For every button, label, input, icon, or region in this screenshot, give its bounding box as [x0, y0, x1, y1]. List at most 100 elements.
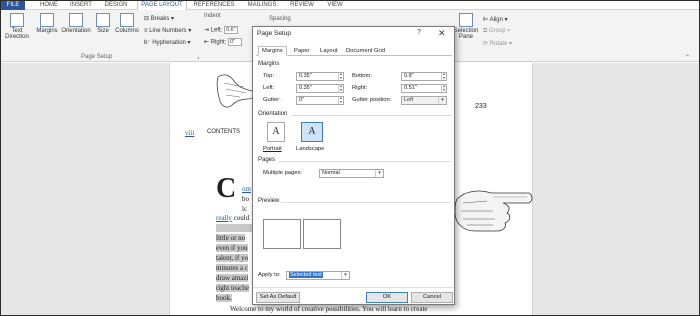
orientation-button[interactable]: Orientation	[61, 13, 91, 34]
doc-line-4: really could	[216, 214, 250, 222]
size-button[interactable]: Size	[94, 13, 112, 34]
landscape-icon: A	[308, 126, 316, 137]
tab-home[interactable]: HOME	[37, 1, 61, 10]
doc-line-1: om	[242, 185, 251, 193]
doc-line-12: book.	[216, 294, 232, 302]
doc-line-9: minutes a c	[216, 264, 248, 272]
landscape-option[interactable]: A	[301, 122, 323, 142]
preview-page-right	[303, 219, 341, 249]
apply-to-select[interactable]: Selected text ▾	[286, 271, 350, 280]
tab-review[interactable]: REVIEW	[285, 1, 319, 10]
drop-cap: C	[216, 173, 237, 204]
right-margin-input[interactable]: 0.51" ▲ ▼	[401, 84, 447, 93]
doc-line-7: even if you	[216, 244, 248, 252]
left-label: Left:	[263, 85, 275, 91]
word-window: FILE HOME INSERT DESIGN PAGE LAYOUT REFE…	[0, 0, 700, 316]
tab-design[interactable]: DESIGN	[101, 1, 131, 10]
chevron-down-icon: ▾	[438, 97, 446, 104]
multiple-pages-label: Multiple pages:	[263, 170, 302, 176]
indent-left-icon: ⇥	[204, 27, 210, 34]
indent-right: ⇤ Right: 0"	[204, 38, 243, 46]
tab-mailings[interactable]: MAILINGS	[243, 1, 281, 10]
ok-button[interactable]: OK	[366, 292, 408, 303]
spinner-arrows-icon[interactable]: ▲ ▼	[338, 84, 343, 92]
tab-paper[interactable]: Paper	[290, 46, 313, 56]
margins-section-label: Margins	[258, 61, 280, 67]
breaks-button[interactable]: ⊟ Breaks ▾	[144, 15, 174, 22]
page-roman-numeral[interactable]: viii	[185, 129, 194, 137]
doc-line-3: lc	[242, 205, 248, 213]
ribbon-tab-bar: FILE HOME INSERT DESIGN PAGE LAYOUT REFE…	[1, 1, 699, 11]
portrait-label: Portrait	[263, 146, 282, 152]
size-icon	[96, 13, 110, 27]
align-button[interactable]: ⊫ Align ▾	[483, 16, 508, 23]
margins-button[interactable]: Margins	[35, 13, 59, 34]
tab-margins[interactable]: Margins	[258, 46, 287, 56]
dialog-tabs: Margins Paper Layout Document Grid	[256, 46, 452, 56]
indent-right-input[interactable]: 0"	[228, 38, 243, 46]
preview-section-label: Preview	[258, 198, 280, 204]
help-icon[interactable]: ?	[417, 29, 421, 36]
apply-to-label: Apply to:	[258, 272, 281, 278]
indent-label: Indent	[204, 13, 221, 19]
bottom-margin-input[interactable]: 0.8" ▲ ▼	[401, 72, 447, 81]
selection-pane-icon	[459, 13, 473, 27]
rotate-icon: ⟳	[483, 41, 489, 47]
pages-section-label: Pages	[258, 157, 276, 163]
dialog-title: Page Setup	[257, 30, 291, 37]
preview-page-left	[263, 219, 301, 249]
spinner-arrows-icon[interactable]: ▲ ▼	[338, 96, 343, 104]
cancel-button[interactable]: Cancel	[411, 292, 453, 303]
group-icon: ⧉	[483, 28, 488, 34]
multiple-pages-select[interactable]: Normal ▾	[319, 169, 384, 178]
doc-line-6: little or no	[216, 234, 246, 242]
indent-right-icon: ⇤	[204, 39, 210, 46]
gutter-input[interactable]: 0" ▲ ▼	[296, 96, 344, 105]
gutter-label: Gutter:	[263, 97, 281, 103]
landscape-label: Landscape	[296, 146, 325, 152]
bottom-label: Bottom:	[352, 73, 372, 79]
top-margin-input[interactable]: 0.35" ▲ ▼	[296, 72, 344, 81]
page-number: 233	[475, 103, 487, 110]
breaks-icon: ⊟	[144, 16, 150, 22]
spinner-arrows-icon[interactable]: ▲ ▼	[441, 72, 446, 80]
spinner-arrows-icon[interactable]: ▲ ▼	[441, 84, 446, 92]
orientation-icon	[69, 13, 83, 27]
columns-button[interactable]: Columns	[114, 13, 140, 34]
doc-line-10: draw amazi	[216, 274, 249, 282]
text-direction-button[interactable]: Text Direction	[4, 13, 30, 40]
spinner-arrows-icon[interactable]: ▲ ▼	[338, 72, 343, 80]
chevron-down-icon: ▾	[341, 272, 349, 279]
hyphenation-icon: b⁻	[144, 40, 151, 46]
indent-left-input[interactable]: 0.6"	[224, 26, 239, 34]
spacing-label: Spacing	[269, 16, 291, 22]
tab-layout[interactable]: Layout	[316, 46, 341, 56]
tab-document-grid[interactable]: Document Grid	[342, 46, 389, 56]
gutter-position-label: Gutter position:	[352, 97, 392, 103]
tab-view[interactable]: VIEW	[323, 1, 347, 10]
section-divider	[279, 161, 451, 162]
hyphenation-button[interactable]: b⁻ Hyphenation ▾	[144, 39, 191, 46]
right-label: Right:	[352, 85, 368, 91]
chevron-down-icon: ▾	[375, 170, 383, 177]
left-margin-input[interactable]: 0.35" ▲ ▼	[296, 84, 344, 93]
selection-pane-button[interactable]: Selection Pane	[453, 13, 479, 40]
group-button[interactable]: ⧉ Group ▾	[483, 28, 510, 35]
indent-left: ⇥ Left: 0.6"	[204, 26, 239, 34]
columns-icon	[120, 13, 134, 27]
tab-references[interactable]: REFERENCES	[191, 1, 237, 10]
tab-insert[interactable]: INSERT	[67, 1, 95, 10]
gutter-position-select[interactable]: Left ▾	[401, 96, 447, 105]
footer-divider	[253, 287, 454, 288]
text-direction-icon	[10, 13, 24, 27]
page-setup-launcher-icon[interactable]: ⌟	[197, 54, 199, 60]
set-as-default-button[interactable]: Set As Default	[256, 292, 300, 303]
doc-line-welcome: Welcome to my world of creative possibil…	[230, 305, 428, 313]
collapse-ribbon-icon[interactable]: ⌃	[685, 54, 690, 61]
close-icon[interactable]: ✕	[438, 28, 446, 39]
portrait-option[interactable]: A	[267, 122, 285, 142]
line-numbers-button[interactable]: ≡ Line Numbers ▾	[144, 27, 191, 34]
rotate-button[interactable]: ⟳ Rotate ▾	[483, 40, 512, 47]
tab-file[interactable]: FILE	[1, 1, 25, 10]
top-label: Top:	[263, 73, 274, 79]
